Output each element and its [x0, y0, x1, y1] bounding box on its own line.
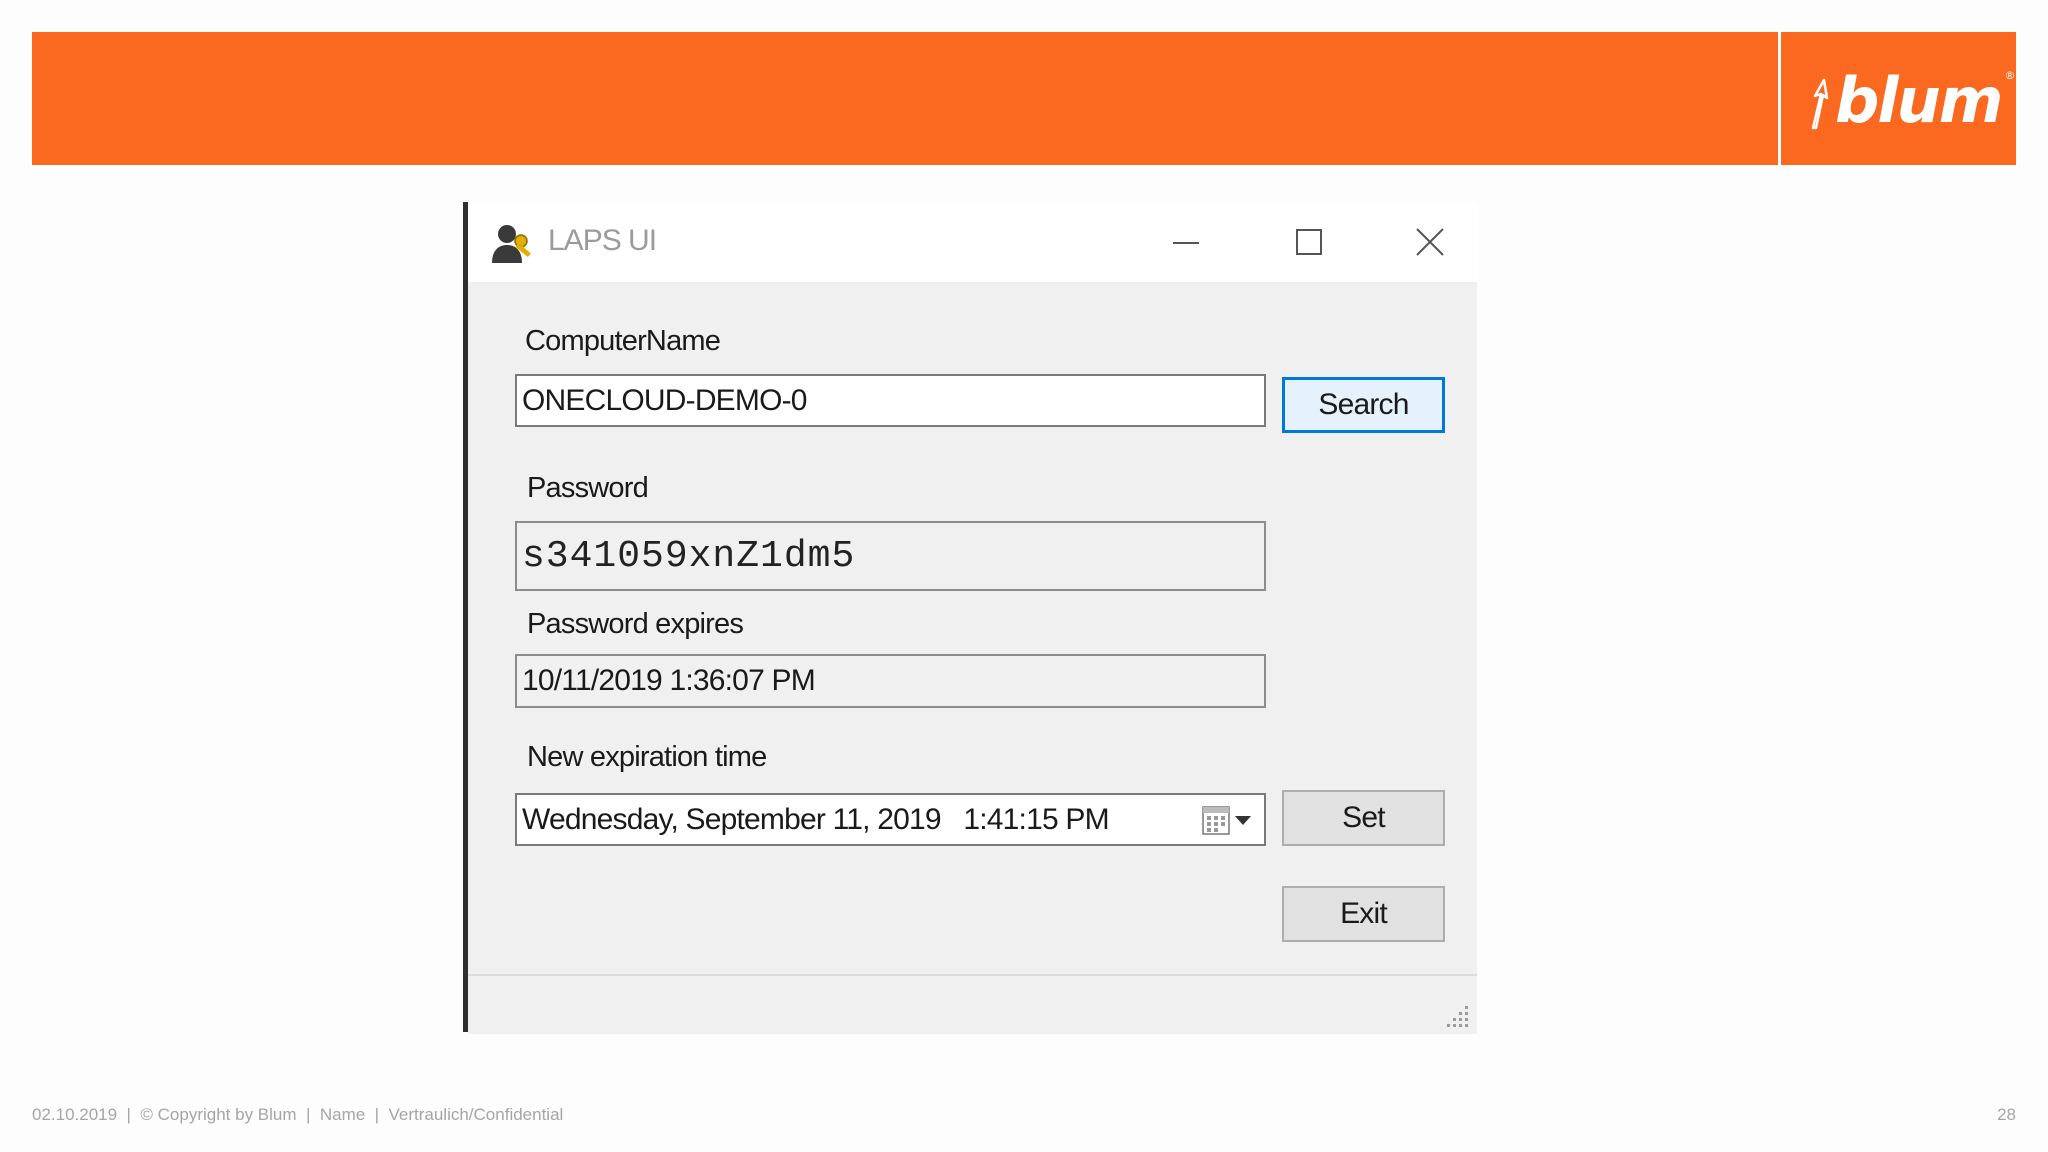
password-value: s341059xnZ1dm5	[522, 534, 856, 578]
chevron-down-icon	[1235, 816, 1251, 825]
window-title: LAPS UI	[548, 224, 657, 257]
search-button[interactable]: Search	[1282, 377, 1445, 433]
password-expires-label: Password expires	[527, 608, 744, 640]
status-bar	[468, 974, 1477, 1034]
user-key-icon	[492, 225, 531, 263]
computer-name-label: ComputerName	[525, 325, 721, 357]
exit-button[interactable]: Exit	[1282, 886, 1445, 942]
blum-logo: blum ®	[1811, 64, 2015, 137]
computer-name-input[interactable]: ONECLOUD-DEMO-0	[515, 374, 1266, 427]
maximize-button[interactable]	[1274, 216, 1344, 268]
password-field[interactable]: s341059xnZ1dm5	[515, 521, 1266, 591]
brand-banner: blum ®	[32, 32, 2016, 165]
slide-footer: 02.10.2019 | © Copyright by Blum | Name …	[32, 1105, 564, 1124]
password-label: Password	[527, 472, 649, 504]
close-button[interactable]	[1395, 216, 1465, 268]
set-button[interactable]: Set	[1282, 790, 1445, 846]
new-expiration-label: New expiration time	[527, 741, 767, 773]
computer-name-value: ONECLOUD-DEMO-0	[522, 383, 808, 417]
minimize-button[interactable]	[1151, 216, 1221, 268]
page-number: 28	[1997, 1105, 2016, 1124]
password-expires-field[interactable]: 10/11/2019 1:36:07 PM	[515, 654, 1266, 708]
window-titlebar[interactable]: LAPS UI	[468, 202, 1477, 282]
password-expires-value: 10/11/2019 1:36:07 PM	[522, 664, 816, 697]
logo-text: blum	[1835, 64, 2003, 137]
logo-arrow-icon	[1811, 78, 1829, 130]
new-expiration-value: Wednesday, September 11, 2019 1:41:15 PM	[522, 802, 1110, 836]
maximize-icon	[1296, 229, 1322, 255]
logo-registered-mark: ®	[2004, 69, 2015, 82]
close-icon	[1416, 228, 1444, 256]
window-client-area: ComputerName ONECLOUD-DEMO-0 Search Pass…	[468, 282, 1477, 1034]
resize-grip-icon[interactable]	[1441, 1000, 1471, 1030]
minimize-icon	[1173, 242, 1199, 244]
laps-ui-window: LAPS UI ComputerName ONECLOUD-DEMO-0 Sea…	[463, 202, 1477, 1034]
calendar-icon	[1202, 806, 1230, 835]
calendar-dropdown[interactable]	[1202, 803, 1252, 837]
banner-divider	[1778, 32, 1781, 165]
new-expiration-datepicker[interactable]: Wednesday, September 11, 2019 1:41:15 PM	[515, 793, 1266, 846]
